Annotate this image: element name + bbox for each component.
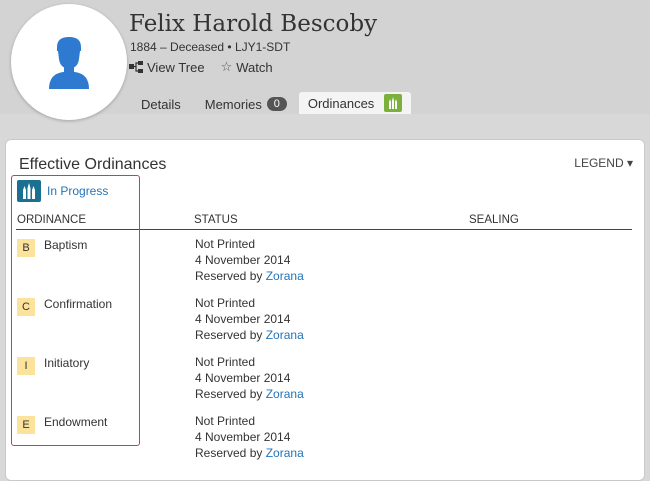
reserved-by-link[interactable]: Zorana — [266, 269, 304, 283]
memories-count-badge: 0 — [266, 97, 287, 111]
tab-ordinances-label: Ordinances — [307, 95, 375, 111]
reserved-by-line: Reserved by Zorana — [195, 327, 304, 343]
tab-memories[interactable]: Memories 0 — [193, 94, 299, 114]
person-meta: 1884 – Deceased • LJY1-SDT — [130, 40, 291, 54]
tree-icon — [129, 61, 143, 73]
temple-icon — [384, 94, 403, 112]
reserved-by-prefix: Reserved by — [195, 446, 263, 460]
tab-memories-label: Memories — [204, 96, 262, 112]
status-text: Not Printed — [195, 296, 256, 310]
reserved-by-line: Reserved by Zorana — [195, 445, 304, 461]
tab-ordinances[interactable]: Ordinances — [298, 92, 412, 114]
legend-dropdown[interactable]: LEGEND ▾ — [574, 156, 633, 170]
ordinance-status: Not Printed 4 November 2014 Reserved by … — [195, 236, 304, 284]
reserved-by-line: Reserved by Zorana — [195, 268, 304, 284]
ordinance-letter-badge: C — [17, 298, 35, 316]
reserved-by-link[interactable]: Zorana — [266, 328, 304, 342]
person-silhouette-icon — [49, 37, 89, 89]
ordinance-status: Not Printed 4 November 2014 Reserved by … — [195, 295, 304, 343]
tab-details-label: Details — [141, 96, 181, 112]
ordinance-name: Confirmation — [44, 297, 113, 311]
ordinance-letter-badge: I — [17, 357, 35, 375]
card-title: Effective Ordinances — [19, 156, 167, 173]
ordinance-name: Endowment — [44, 415, 108, 429]
header-divider — [16, 229, 632, 230]
ordinance-name: Initiatory — [44, 356, 90, 370]
status-text: Not Printed — [195, 237, 256, 251]
in-progress-indicator: In Progress — [17, 180, 108, 202]
watch-button[interactable]: ☆ Watch — [221, 59, 273, 75]
ordinance-status: Not Printed 4 November 2014 Reserved by … — [195, 413, 304, 461]
person-name: Felix Harold Bescoby — [129, 11, 378, 37]
reserved-by-prefix: Reserved by — [195, 328, 263, 342]
avatar — [11, 4, 127, 120]
status-text: Not Printed — [195, 414, 256, 428]
person-header: Felix Harold Bescoby 1884 – Deceased • L… — [0, 0, 650, 120]
reserved-by-link[interactable]: Zorana — [266, 387, 304, 401]
ordinance-letter-badge: B — [17, 239, 35, 257]
reserved-by-link[interactable]: Zorana — [266, 446, 304, 460]
effective-ordinances-card: Effective Ordinances LEGEND ▾ In Progres… — [5, 139, 645, 481]
reserved-by-line: Reserved by Zorana — [195, 386, 304, 402]
person-tabs: Details Memories 0 Ordinances — [129, 92, 412, 114]
ordinance-name: Baptism — [44, 238, 88, 252]
watch-label: Watch — [236, 59, 273, 75]
in-progress-link[interactable]: In Progress — [47, 184, 108, 198]
ordinance-letter-badge: E — [17, 416, 35, 434]
status-date: 4 November 2014 — [195, 312, 291, 326]
temple-in-progress-icon — [17, 180, 41, 202]
column-header-status: STATUS — [194, 214, 238, 226]
ordinance-status: Not Printed 4 November 2014 Reserved by … — [195, 354, 304, 402]
status-date: 4 November 2014 — [195, 430, 291, 444]
star-icon: ☆ — [220, 59, 233, 74]
view-tree-label: View Tree — [147, 59, 205, 75]
status-text: Not Printed — [195, 355, 256, 369]
reserved-by-prefix: Reserved by — [195, 387, 263, 401]
status-date: 4 November 2014 — [195, 371, 291, 385]
reserved-by-prefix: Reserved by — [195, 269, 263, 283]
status-date: 4 November 2014 — [195, 253, 291, 267]
column-header-ordinance: ORDINANCE — [17, 214, 87, 226]
view-tree-button[interactable]: View Tree — [129, 59, 205, 75]
tab-details[interactable]: Details — [129, 94, 193, 114]
column-header-sealing: SEALING — [469, 214, 519, 226]
